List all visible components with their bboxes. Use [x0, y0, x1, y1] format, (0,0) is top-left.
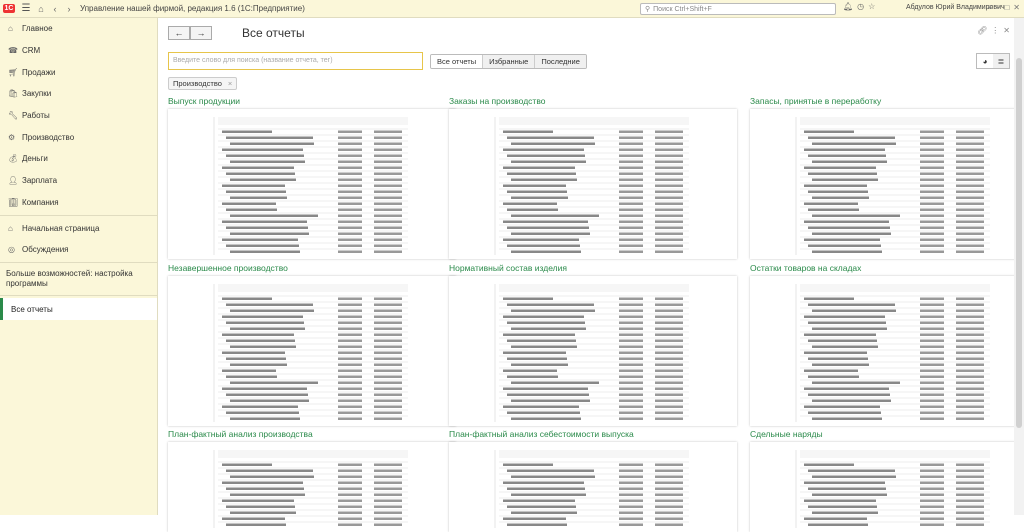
history-icon[interactable]: ◷: [857, 2, 864, 11]
menu-icon[interactable]: ☰: [18, 3, 34, 14]
home-icon: ⌂: [8, 224, 13, 234]
star-icon[interactable]: ☆: [868, 2, 875, 11]
chat-icon: ◎: [8, 245, 15, 255]
nav-start-page[interactable]: ⌂ Начальная страница: [0, 218, 157, 239]
nav-discussions[interactable]: ◎ Обсуждения: [0, 239, 157, 260]
title-bar: 1С ☰ ⌂ ‹ › Управление нашей фирмой, реда…: [0, 0, 1024, 18]
report-title[interactable]: Нормативный состав изделия: [449, 263, 567, 273]
search-icon: ⚲: [645, 6, 651, 13]
forward-icon[interactable]: ›: [62, 4, 76, 14]
sidebar-item-5[interactable]: 🔧︎ Работы: [0, 105, 157, 127]
report-title[interactable]: Запасы, принятые в переработку: [750, 96, 881, 106]
tab-all[interactable]: Все отчеты: [431, 55, 484, 68]
report-title[interactable]: Заказы на производство: [449, 96, 545, 106]
close-icon[interactable]: ✕: [1013, 3, 1020, 12]
purchases-icon: 🛍︎: [8, 89, 19, 99]
sidebar-item-label: Главное: [22, 24, 53, 34]
scrollbar[interactable]: [1014, 18, 1024, 515]
sidebar-item-label: Работы: [22, 111, 50, 121]
report-tabs: Все отчеты Избранные Последние: [430, 54, 587, 69]
works-icon: 🔧︎: [8, 111, 19, 121]
report-preview-image: [795, 284, 990, 422]
scrollbar-thumb[interactable]: [1016, 58, 1022, 428]
sidebar-item-2[interactable]: ☎ CRM: [0, 40, 157, 62]
1c-logo: 1С: [2, 4, 16, 13]
sidebar-item-3[interactable]: 🛒︎ Продажи: [0, 61, 157, 83]
sidebar-item-label: Производство: [22, 132, 75, 142]
report-title[interactable]: План-фактный анализ себестоимости выпуск…: [449, 429, 634, 439]
sections-panel: ⌂ Главное ☎ CRM 🛒︎ Продажи 🛍︎ Закупки 🔧︎ Работы ⚙ П…: [0, 18, 158, 515]
sidebar-item-label: CRM: [22, 46, 41, 56]
sidebar-item-label: Деньги: [22, 154, 48, 164]
report-preview[interactable]: [449, 109, 737, 259]
tiles-view-icon[interactable]: ◕: [977, 54, 993, 68]
report-preview[interactable]: [750, 109, 1024, 259]
home-icon: ⌂: [8, 24, 13, 34]
sidebar-item-8[interactable]: 👤︎ Зарплата: [0, 170, 157, 192]
main-area: ← → Все отчеты 🔗︎ ⋮ ✕ Введите слово для …: [160, 18, 1024, 532]
nav-all-reports[interactable]: Все отчеты: [0, 298, 157, 321]
sidebar-item-4[interactable]: 🛍︎ Закупки: [0, 83, 157, 105]
report-preview[interactable]: [168, 276, 456, 426]
forward-button[interactable]: →: [190, 26, 212, 40]
link-icon[interactable]: 🔗︎: [977, 26, 987, 35]
settings-icon[interactable]: ≡: [987, 3, 992, 12]
app-title: Управление нашей фирмой, редакция 1.6 (1…: [80, 4, 305, 13]
tab-favorites[interactable]: Избранные: [483, 55, 536, 68]
more-icon[interactable]: ⋮: [991, 26, 999, 35]
report-preview-image: [213, 117, 408, 255]
sidebar-item-6[interactable]: ⚙ Производство: [0, 126, 157, 148]
page-title: Все отчеты: [242, 26, 305, 40]
list-view-icon[interactable]: ≣: [993, 54, 1009, 68]
production-icon: ⚙: [8, 132, 16, 142]
back-icon[interactable]: ‹: [48, 4, 62, 14]
sidebar-item-label: Закупки: [22, 89, 52, 99]
report-preview-image: [494, 284, 689, 422]
remove-filter-icon[interactable]: ×: [228, 79, 232, 88]
bell-icon[interactable]: 🔔︎: [843, 2, 853, 11]
global-search-input[interactable]: ⚲ Поиск Ctrl+Shift+F: [640, 3, 836, 15]
report-preview-image: [213, 450, 408, 528]
back-button[interactable]: ←: [168, 26, 190, 40]
nav-more-options[interactable]: Больше возможностей: настройка программы: [0, 265, 157, 293]
company-icon: 🏢︎: [8, 197, 19, 207]
report-preview[interactable]: [750, 276, 1024, 426]
minimize-icon[interactable]: –: [996, 3, 1000, 12]
report-preview-image: [494, 450, 689, 528]
sidebar-item-label: Зарплата: [22, 176, 58, 186]
close-icon[interactable]: ✕: [1003, 26, 1010, 35]
report-title[interactable]: Остатки товаров на складах: [750, 263, 861, 273]
sidebar-item-9[interactable]: 🏢︎ Компания: [0, 192, 157, 214]
tab-recent[interactable]: Последние: [535, 55, 586, 68]
report-preview[interactable]: [168, 442, 456, 532]
report-title[interactable]: План-фактный анализ производства: [168, 429, 313, 439]
report-preview-image: [795, 117, 990, 255]
report-title[interactable]: Выпуск продукции: [168, 96, 240, 106]
filter-tag[interactable]: Производство ×: [168, 77, 238, 90]
report-search-input[interactable]: Введите слово для поиска (название отчет…: [168, 52, 423, 70]
maximize-icon[interactable]: □: [1004, 3, 1009, 12]
sidebar-item-label: Продажи: [22, 67, 56, 77]
report-preview[interactable]: [449, 276, 737, 426]
money-icon: 💰︎: [8, 154, 19, 164]
report-preview-image: [795, 450, 990, 528]
report-preview-image: [213, 284, 408, 422]
sales-icon: 🛒︎: [8, 67, 19, 77]
salary-icon: 👤︎: [8, 176, 19, 186]
crm-icon: ☎: [8, 46, 18, 56]
sidebar-item-7[interactable]: 💰︎ Деньги: [0, 148, 157, 170]
report-preview[interactable]: [750, 442, 1024, 532]
sidebar-item-1[interactable]: ⌂ Главное: [0, 18, 157, 40]
home-icon[interactable]: ⌂: [34, 4, 48, 14]
report-preview[interactable]: [168, 109, 456, 259]
report-preview-image: [494, 117, 689, 255]
report-title[interactable]: Незавершенное производство: [168, 263, 288, 273]
report-title[interactable]: Сдельные наряды: [750, 429, 823, 439]
sidebar-item-label: Компания: [22, 197, 59, 207]
view-toggle: ◕ ≣: [976, 53, 1010, 69]
report-preview[interactable]: [449, 442, 737, 532]
